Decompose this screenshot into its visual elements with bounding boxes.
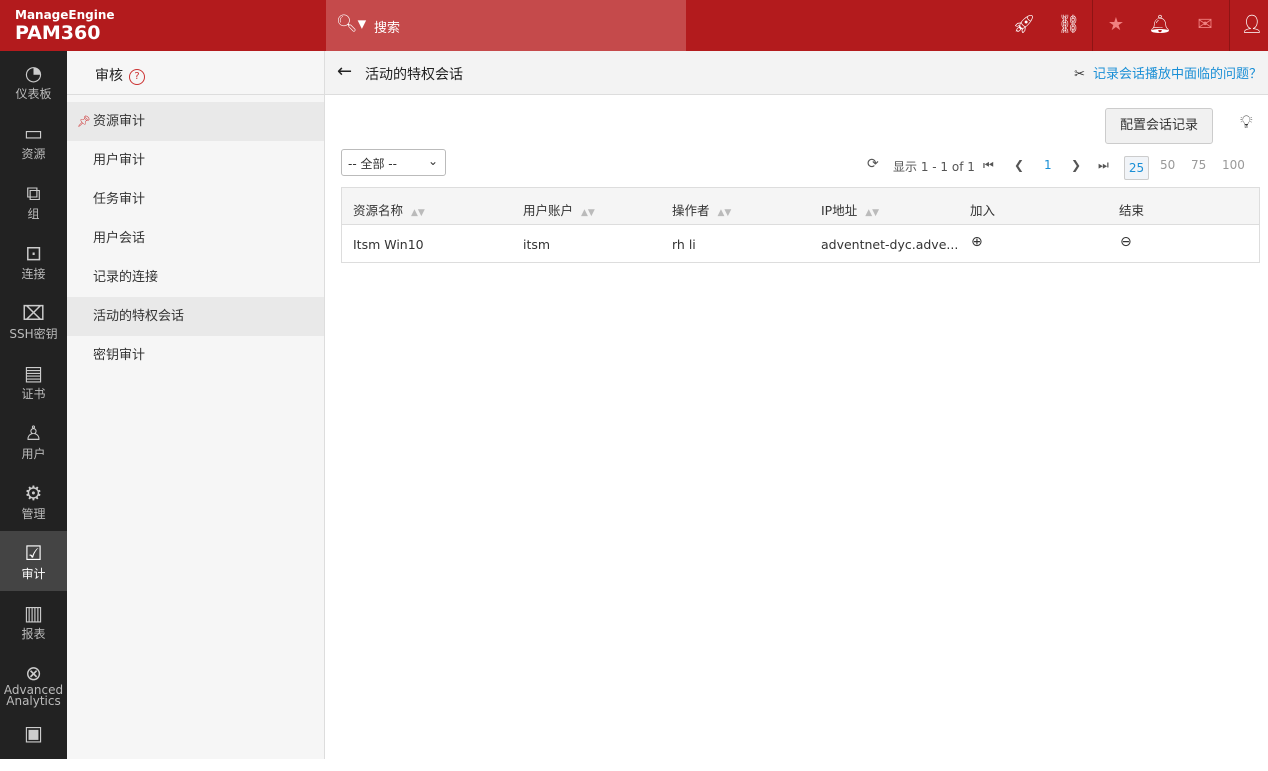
user-icon: ♙: [24, 421, 43, 445]
brand-logo: ManageEngine: [15, 8, 115, 22]
nav-resources[interactable]: ▭ 资源: [0, 111, 67, 171]
tools-icon: ✂: [1074, 67, 1085, 82]
analytics-icon: ⊗: [25, 661, 42, 685]
cell-account: itsm: [523, 237, 551, 252]
nav-users[interactable]: ♙ 用户: [0, 411, 67, 471]
pagination-summary: 显示 1 - 1 of 1: [893, 160, 975, 174]
nav-reports[interactable]: ▥ 报表: [0, 591, 67, 651]
sort-icon[interactable]: ▲▼: [865, 208, 879, 218]
rocket-icon[interactable]: 🚀︎: [1012, 14, 1036, 35]
submenu-item-recorded-connections[interactable]: 记录的连接: [67, 258, 324, 297]
help-icon[interactable]: ?: [129, 69, 145, 85]
certificate-icon: ▤: [24, 361, 43, 385]
link-icon[interactable]: ⛓︎: [1057, 14, 1081, 35]
refresh-icon[interactable]: ⟳: [867, 156, 879, 172]
prev-page-icon[interactable]: ❮: [1014, 158, 1024, 172]
main-nav: ◔ 仪表板 ▭ 资源 ⧉ 组 ⊡ 连接 ⌧ SSH密钥 ▤ 证书 ♙ 用户 ⚙ 管理 ☑ 审计 ▥…: [0, 51, 67, 759]
group-icon: ⧉: [26, 181, 41, 205]
bar-chart-icon: ▥: [24, 601, 43, 625]
search-icon[interactable]: 🔍︎▾: [336, 14, 366, 34]
gear-icon: ⚙: [24, 481, 43, 505]
lightbulb-icon[interactable]: 💡︎: [1240, 112, 1253, 133]
nav-groups[interactable]: ⧉ 组: [0, 171, 67, 231]
submenu-title: 审核?: [67, 51, 324, 95]
page-size-25[interactable]: 25: [1124, 156, 1149, 180]
cell-resource: Itsm Win10: [353, 237, 424, 252]
product-name: PAM360: [15, 22, 101, 44]
sort-icon[interactable]: ▲▼: [718, 208, 732, 218]
pin-icon[interactable]: 📌︎: [77, 102, 91, 141]
configure-recording-button[interactable]: 配置会话记录: [1105, 108, 1213, 144]
submenu-item-active-privileged-sessions[interactable]: 活动的特权会话: [67, 297, 324, 336]
next-page-icon[interactable]: ❯: [1071, 158, 1081, 172]
nav-dashboard[interactable]: ◔ 仪表板: [0, 51, 67, 111]
join-session-icon[interactable]: ⊕: [971, 234, 983, 250]
nav-admin[interactable]: ⚙ 管理: [0, 471, 67, 531]
submenu-item-user-sessions[interactable]: 用户会话: [67, 219, 324, 258]
sort-icon[interactable]: ▲▼: [411, 208, 425, 218]
user-star-icon[interactable]: ★: [1104, 14, 1128, 35]
recording-help-link[interactable]: ✂ 记录会话播放中面临的问题？: [1074, 63, 1262, 82]
cell-ip: adventnet-dyc.adve...: [821, 237, 959, 252]
end-session-icon[interactable]: ⊖: [1120, 234, 1132, 250]
connect-icon: ⊡: [25, 241, 42, 265]
audit-submenu: 审核? 📌︎ 资源审计 用户审计 任务审计 用户会话 记录的连接 活动的特权会话 …: [67, 51, 325, 759]
submenu-item-task-audit[interactable]: 任务审计: [67, 180, 324, 219]
dashboard-icon: ◔: [24, 61, 43, 85]
nav-connections[interactable]: ⊡ 连接: [0, 231, 67, 291]
submenu-item-user-audit[interactable]: 用户审计: [67, 141, 324, 180]
nav-advanced-analytics[interactable]: ⊗ Advanced Analytics: [0, 651, 67, 711]
back-arrow-icon[interactable]: ←: [337, 61, 352, 82]
table-header: 资源名称 ▲▼ 用户账户 ▲▼ 操作者 ▲▼ IP地址 ▲▼ 加入 结束: [342, 188, 1259, 225]
contact-book-icon: ▣: [24, 721, 43, 745]
bell-icon[interactable]: 🔔︎: [1148, 14, 1172, 35]
page-title: 活动的特权会话: [365, 67, 463, 83]
col-operator[interactable]: 操作者 ▲▼: [672, 200, 731, 219]
mail-icon[interactable]: ✉: [1193, 14, 1217, 35]
col-ip-address[interactable]: IP地址 ▲▼: [821, 200, 879, 219]
filter-select[interactable]: -- 全部 -- ⌄: [341, 149, 446, 176]
top-bar: ManageEngine PAM360 🔍︎▾ 搜索 🚀︎ ⛓︎ ★ 🔔︎ ✉ …: [0, 0, 1268, 51]
search-label: 搜索: [374, 21, 401, 36]
cell-operator: rh li: [672, 237, 696, 252]
nav-audit[interactable]: ☑ 审计: [0, 531, 67, 591]
first-page-icon[interactable]: ⏮: [983, 158, 994, 173]
chevron-down-icon: ⌄: [427, 154, 438, 168]
page-size-50[interactable]: 50: [1160, 158, 1175, 172]
submenu-item-resource-audit[interactable]: 📌︎ 资源审计: [67, 102, 324, 141]
page-size-75[interactable]: 75: [1191, 158, 1206, 172]
col-resource-name[interactable]: 资源名称 ▲▼: [353, 200, 425, 219]
col-join: 加入: [970, 203, 996, 218]
ssh-key-icon: ⌧: [21, 301, 46, 325]
monitor-icon: ▭: [24, 121, 43, 145]
nav-ssh-keys[interactable]: ⌧ SSH密钥: [0, 291, 67, 351]
last-page-icon[interactable]: ⏭: [1098, 158, 1109, 173]
nav-certificates[interactable]: ▤ 证书: [0, 351, 67, 411]
current-page[interactable]: 1: [1044, 158, 1052, 172]
table-row: Itsm Win10 itsm rh li adventnet-dyc.adve…: [342, 225, 1259, 263]
clipboard-check-icon: ☑: [24, 541, 43, 565]
nav-more[interactable]: ▣: [0, 711, 67, 771]
submenu-item-key-audit[interactable]: 密钥审计: [67, 336, 324, 375]
col-user-account[interactable]: 用户账户 ▲▼: [523, 200, 595, 219]
page-size-100[interactable]: 100: [1222, 158, 1245, 172]
col-end: 结束: [1119, 203, 1145, 218]
user-profile-icon[interactable]: 👤︎: [1240, 14, 1264, 35]
sort-icon[interactable]: ▲▼: [581, 208, 595, 218]
search-bar[interactable]: 🔍︎▾ 搜索: [326, 0, 686, 51]
page-header: ← 活动的特权会话 ✂ 记录会话播放中面临的问题？: [325, 51, 1268, 95]
sessions-table: 资源名称 ▲▼ 用户账户 ▲▼ 操作者 ▲▼ IP地址 ▲▼ 加入 结束 Itsm Wi…: [341, 187, 1260, 263]
